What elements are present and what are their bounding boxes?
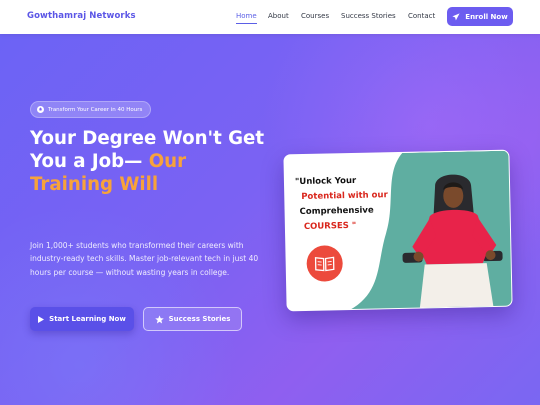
paper-plane-icon — [452, 12, 460, 20]
headline-line-1: Your Degree Won't Get — [30, 128, 265, 149]
headline-line-2: You a Job— Our — [30, 150, 280, 173]
hero-description: Join 1,000+ students who transformed the… — [30, 241, 259, 277]
headline-line-2-prefix: You a Job— — [30, 151, 149, 172]
nav-link-home[interactable]: Home — [236, 12, 257, 25]
instructor-photo — [402, 174, 503, 310]
enroll-now-button[interactable]: Enroll Now — [447, 7, 513, 26]
promo-card: "Unlock Your Potential with our Comprehe… — [283, 149, 513, 312]
hero-badge: Transform Your Career in 40 Hours — [30, 101, 152, 118]
promo-line-4: COURSES " — [303, 220, 357, 232]
rocket-icon — [37, 106, 44, 113]
nav-link-about[interactable]: About — [268, 12, 289, 20]
nav-link-success-stories[interactable]: Success Stories — [341, 12, 396, 20]
headline-line-3: Training Will — [30, 174, 159, 195]
success-stories-button[interactable]: Success Stories — [143, 307, 242, 331]
play-icon — [38, 315, 45, 323]
top-navbar: Gowthamraj Networks Home About Courses S… — [0, 0, 540, 34]
nav-link-contact[interactable]: Contact — [408, 12, 435, 20]
start-learning-label: Start Learning Now — [49, 315, 126, 323]
promo-line-1: "Unlock Your — [294, 175, 357, 188]
start-learning-button[interactable]: Start Learning Now — [30, 307, 134, 331]
nav-link-courses[interactable]: Courses — [301, 12, 329, 20]
headline-line-2-accent: Our — [148, 151, 187, 172]
hero-badge-text: Transform Your Career in 40 Hours — [48, 106, 143, 113]
promo-line-3: Comprehensive — [299, 205, 374, 218]
brand-logo-text[interactable]: Gowthamraj Networks — [27, 11, 136, 21]
success-stories-label: Success Stories — [168, 315, 231, 323]
promo-line-2: Potential with our — [301, 190, 388, 203]
hero-headline: Your Degree Won't Get You a Job— Our Tra… — [30, 127, 280, 196]
enroll-now-label: Enroll Now — [465, 12, 508, 21]
star-icon — [154, 314, 164, 323]
